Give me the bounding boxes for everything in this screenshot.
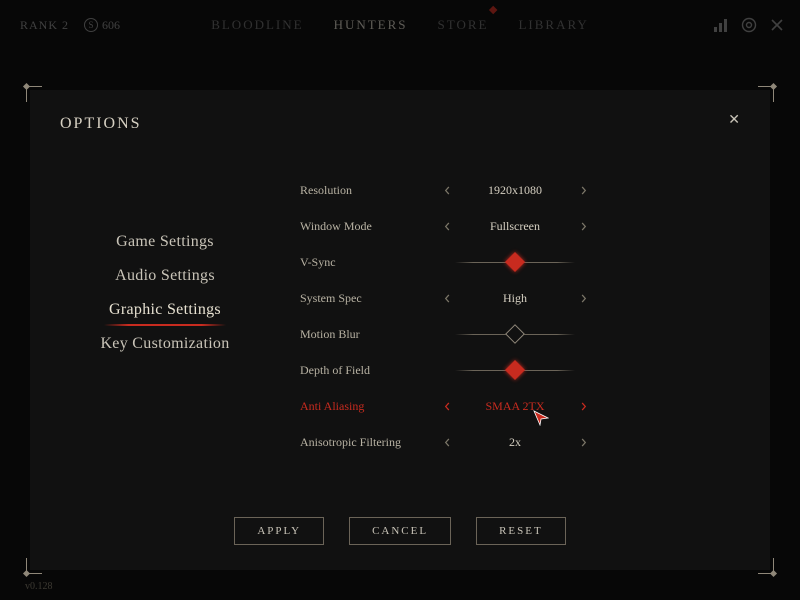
modal-buttons: APPLY CANCEL RESET: [30, 517, 770, 545]
corner-ornament: [26, 86, 42, 102]
setting-row-window-mode: Window Mode Fullscreen: [300, 214, 740, 238]
selector-value: 2x: [454, 435, 576, 450]
cancel-button[interactable]: CANCEL: [349, 517, 451, 545]
selector: 1920x1080: [440, 183, 590, 198]
selector-value: High: [454, 291, 576, 306]
chevron-left-icon[interactable]: [440, 219, 454, 233]
modal-title: OPTIONS: [60, 115, 740, 133]
reset-button[interactable]: RESET: [476, 517, 566, 545]
graphic-settings-panel: Resolution 1920x1080 Window Mode Fullscreen…: [270, 178, 740, 518]
setting-row-depth-of-field: Depth of Field: [300, 358, 740, 382]
setting-row-anisotropic-filtering: Anisotropic Filtering 2x: [300, 430, 740, 454]
setting-label: Anti Aliasing: [300, 399, 440, 414]
setting-label: Depth of Field: [300, 363, 440, 378]
corner-ornament: [758, 558, 774, 574]
setting-row-resolution: Resolution 1920x1080: [300, 178, 740, 202]
chevron-left-icon[interactable]: [440, 399, 454, 413]
selector: 2x: [440, 435, 590, 450]
chevron-right-icon[interactable]: [576, 291, 590, 305]
chevron-right-icon[interactable]: [576, 435, 590, 449]
modal-close-button[interactable]: ✕: [728, 112, 740, 129]
diamond-icon: [505, 324, 525, 344]
sidebar-item-game-settings[interactable]: Game Settings: [116, 233, 214, 251]
options-modal: OPTIONS ✕ Game Settings Audio Settings Gra…: [30, 90, 770, 570]
setting-row-v-sync: V-Sync: [300, 250, 740, 274]
toggle[interactable]: [455, 257, 575, 267]
chevron-left-icon[interactable]: [440, 435, 454, 449]
selector-value: SMAA 2TX: [454, 399, 576, 414]
setting-label: Resolution: [300, 183, 440, 198]
setting-label: Motion Blur: [300, 327, 440, 342]
chevron-left-icon[interactable]: [440, 183, 454, 197]
diamond-icon: [505, 360, 525, 380]
sidebar-item-graphic-settings[interactable]: Graphic Settings: [109, 301, 221, 319]
sidebar-item-key-customization[interactable]: Key Customization: [100, 335, 229, 353]
selector: SMAA 2TX: [440, 399, 590, 414]
setting-label: V-Sync: [300, 255, 440, 270]
setting-row-system-spec: System Spec High: [300, 286, 740, 310]
chevron-right-icon[interactable]: [576, 219, 590, 233]
selector-value: 1920x1080: [454, 183, 576, 198]
setting-label: System Spec: [300, 291, 440, 306]
version-label: v0.128: [25, 581, 53, 592]
setting-row-motion-blur: Motion Blur: [300, 322, 740, 346]
setting-label: Window Mode: [300, 219, 440, 234]
chevron-right-icon[interactable]: [576, 399, 590, 413]
apply-button[interactable]: APPLY: [234, 517, 324, 545]
chevron-right-icon[interactable]: [576, 183, 590, 197]
corner-ornament: [26, 558, 42, 574]
modal-body: Game Settings Audio Settings Graphic Setti…: [60, 178, 740, 518]
diamond-icon: [505, 252, 525, 272]
chevron-left-icon[interactable]: [440, 291, 454, 305]
selector: Fullscreen: [440, 219, 590, 234]
selector: High: [440, 291, 590, 306]
sidebar-item-audio-settings[interactable]: Audio Settings: [115, 267, 215, 285]
toggle[interactable]: [455, 329, 575, 339]
options-sidebar: Game Settings Audio Settings Graphic Setti…: [60, 178, 270, 518]
setting-row-anti-aliasing: Anti Aliasing SMAA 2TX: [300, 394, 740, 418]
selector-value: Fullscreen: [454, 219, 576, 234]
toggle[interactable]: [455, 365, 575, 375]
corner-ornament: [758, 86, 774, 102]
setting-label: Anisotropic Filtering: [300, 435, 440, 450]
